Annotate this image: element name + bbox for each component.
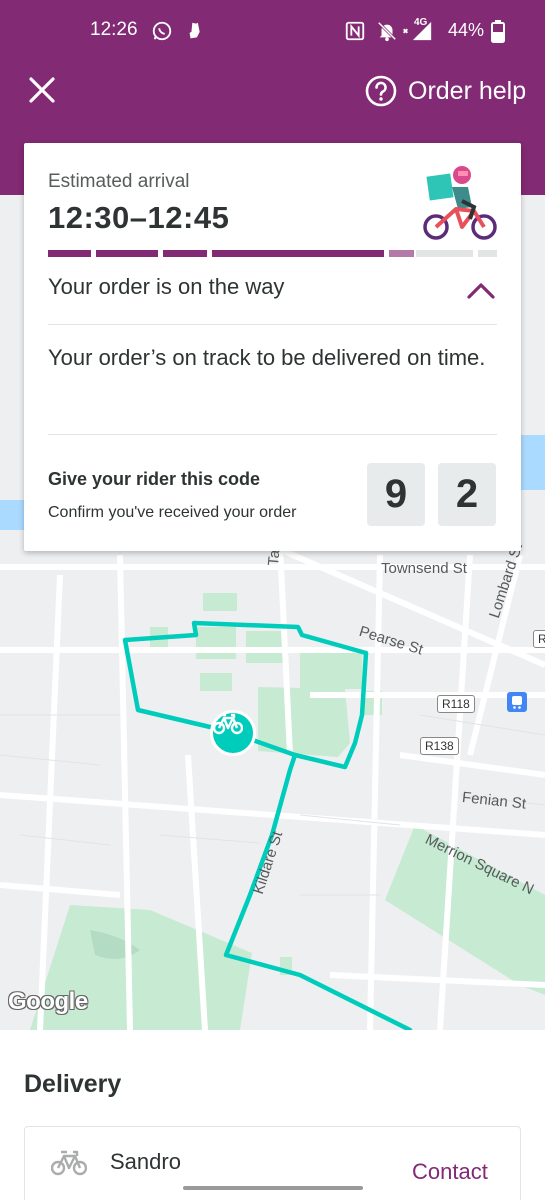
order-status-title: Your order is on the way xyxy=(48,274,285,299)
rider-illustration-icon xyxy=(423,166,497,240)
battery-icon xyxy=(491,20,505,43)
order-status-detail: Your order’s on track to be delivered on… xyxy=(48,345,486,370)
status-time: 12:26 xyxy=(90,19,138,40)
bicycle-icon xyxy=(51,1150,87,1176)
question-circle-icon xyxy=(365,75,397,107)
delivery-heading: Delivery xyxy=(24,1070,122,1098)
rider-code-subtitle: Confirm you've received your order xyxy=(48,504,297,521)
signal-icon xyxy=(412,21,432,41)
progress-segment xyxy=(48,250,91,257)
order-status-toggle[interactable]: Your order is on the way xyxy=(48,259,497,325)
close-icon xyxy=(29,77,55,103)
progress-segment xyxy=(96,250,158,257)
rider-name: Sandro xyxy=(110,1149,181,1174)
close-button[interactable] xyxy=(26,74,58,106)
order-progress-bar xyxy=(48,250,497,257)
mute-icon xyxy=(377,21,397,42)
rider-location-marker[interactable] xyxy=(210,710,256,756)
rider-code-title: Give your rider this code xyxy=(48,469,261,489)
bicycle-icon xyxy=(213,713,243,735)
road-badge-r138: R138 xyxy=(420,737,459,755)
progress-segment xyxy=(212,250,384,257)
home-indicator[interactable] xyxy=(183,1186,363,1190)
order-help-button[interactable]: Order help xyxy=(364,72,526,110)
whatsapp-icon xyxy=(152,21,172,41)
road-badge-partial: R xyxy=(533,630,545,648)
tracking-card: Estimated arrival 12:30–12:45 Your order… xyxy=(24,143,521,551)
road-badge-r118: R118 xyxy=(437,695,475,713)
eta-label: Estimated arrival xyxy=(48,171,190,192)
battery-level: 44% xyxy=(448,20,485,40)
eta-value: 12:30–12:45 xyxy=(48,200,230,235)
status-bar: 12:26 4G 44% xyxy=(0,0,545,62)
contact-rider-button[interactable]: Contact xyxy=(412,1159,488,1185)
chevron-up-icon xyxy=(467,283,495,299)
progress-segment-pending xyxy=(416,250,473,257)
nfc-icon xyxy=(345,21,365,41)
code-digit-2: 2 xyxy=(438,463,496,526)
street-label-townsend: Townsend St xyxy=(381,560,467,577)
order-help-label: Order help xyxy=(408,76,527,105)
divider xyxy=(48,434,497,435)
google-attribution: Google xyxy=(8,988,88,1015)
delivery-panel: Delivery Sandro Contact xyxy=(0,1030,545,1200)
code-digit-1: 9 xyxy=(367,463,425,526)
progress-segment xyxy=(163,250,207,257)
street-label-partial: Ta xyxy=(265,549,284,567)
progress-segment-pending xyxy=(478,250,497,257)
progress-segment-active xyxy=(389,250,414,257)
deliveroo-icon xyxy=(189,22,200,39)
train-station-icon xyxy=(507,692,527,712)
